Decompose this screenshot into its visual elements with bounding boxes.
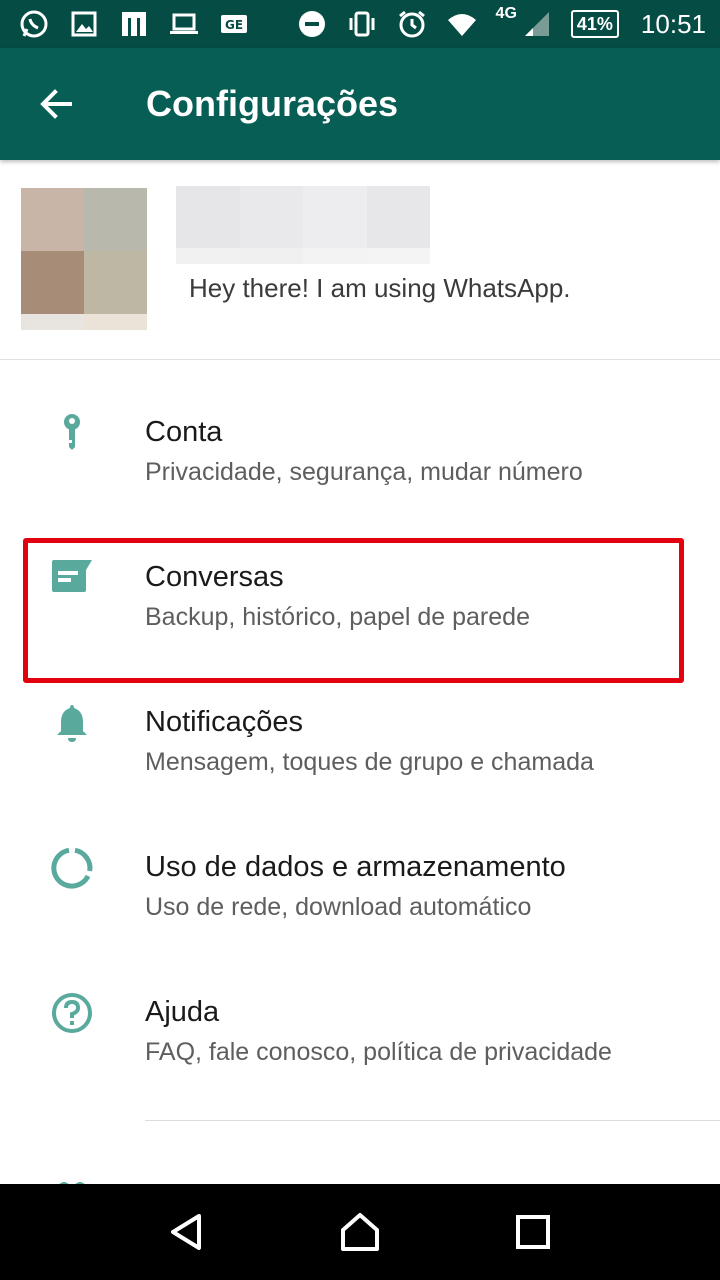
recents-icon (516, 1215, 551, 1249)
chat-icon (48, 554, 96, 602)
settings-item-conta[interactable]: Conta Privacidade, segurança, mudar núme… (0, 360, 720, 505)
settings-item-subtitle: FAQ, fale conosco, política de privacida… (145, 1038, 612, 1066)
dnd-icon (296, 8, 328, 40)
settings-item-subtitle: Mensagem, toques de grupo e chamada (145, 748, 594, 776)
avatar-pixel (21, 251, 84, 314)
status-bar: GE 4G 41% 10:51 (0, 0, 720, 48)
alarm-icon (396, 8, 428, 40)
profile-status: Hey there! I am using WhatsApp. (189, 273, 571, 303)
settings-item-title: Conta (145, 416, 223, 448)
settings-item-subtitle: Privacidade, segurança, mudar número (145, 458, 583, 486)
vibrate-icon (346, 8, 378, 40)
settings-item-title: Uso de dados e armazenamento (145, 851, 566, 883)
list-divider (145, 1120, 720, 1121)
avatar-pixel (21, 188, 84, 251)
settings-item-title: Notificações (145, 706, 303, 738)
avatar-pixel (84, 314, 147, 330)
image-icon (68, 8, 100, 40)
network-type: 4G (495, 5, 517, 22)
settings-item-subtitle: Backup, histórico, papel de parede (145, 603, 530, 631)
home-icon (340, 1213, 379, 1251)
data-usage-icon (48, 844, 96, 892)
wifi-icon (446, 8, 478, 40)
signal-icon (521, 8, 553, 40)
settings-item-title: Ajuda (145, 996, 220, 1028)
laptop-icon (168, 8, 200, 40)
profile-header[interactable]: Hey there! I am using WhatsApp. (0, 160, 720, 360)
whatsapp-icon (18, 8, 50, 40)
arrow-back-icon (40, 89, 72, 119)
nav-back-button[interactable] (157, 1202, 217, 1262)
bell-icon (48, 699, 96, 747)
settings-item-title: Conversas (145, 561, 284, 593)
nav-recents-button[interactable] (503, 1202, 563, 1262)
svg-text:GE: GE (225, 18, 243, 32)
avatar-pixel (84, 251, 147, 314)
navigation-bar (0, 1184, 720, 1280)
settings-item-partial[interactable] (0, 1160, 720, 1184)
settings-item-conversas[interactable]: Conversas Backup, histórico, papel de pa… (0, 505, 720, 650)
page-title: Configurações (146, 83, 399, 124)
battery-level: 41% (576, 13, 613, 34)
status-bar-system: 4G 41% 10:51 (296, 5, 706, 40)
back-button[interactable] (0, 48, 112, 160)
clock: 10:51 (640, 8, 706, 39)
settings-item-notificacoes[interactable]: Notificações Mensagem, toques de grupo e… (0, 650, 720, 795)
settings-list: Conta Privacidade, segurança, mudar núme… (0, 360, 720, 1085)
settings-item-uso-de-dados[interactable]: Uso de dados e armazenamento Uso de rede… (0, 795, 720, 940)
nav-home-button[interactable] (330, 1202, 390, 1262)
key-icon (48, 409, 96, 457)
settings-item-ajuda[interactable]: Ajuda FAQ, fale conosco, política de pri… (0, 940, 720, 1085)
profile-name-blurred (176, 186, 430, 264)
status-bar-notifications: GE (18, 8, 250, 40)
help-icon (48, 989, 96, 1037)
avatar-pixel (84, 188, 147, 251)
back-triangle-icon (170, 1214, 201, 1250)
metro-icon (118, 8, 150, 40)
ge-icon: GE (218, 8, 250, 40)
battery-indicator: 41% (570, 10, 619, 38)
avatar[interactable] (21, 188, 147, 330)
app-bar: Configurações (0, 48, 720, 160)
avatar-pixel (21, 314, 84, 330)
group-icon (52, 1174, 92, 1184)
settings-item-subtitle: Uso de rede, download automático (145, 893, 532, 921)
